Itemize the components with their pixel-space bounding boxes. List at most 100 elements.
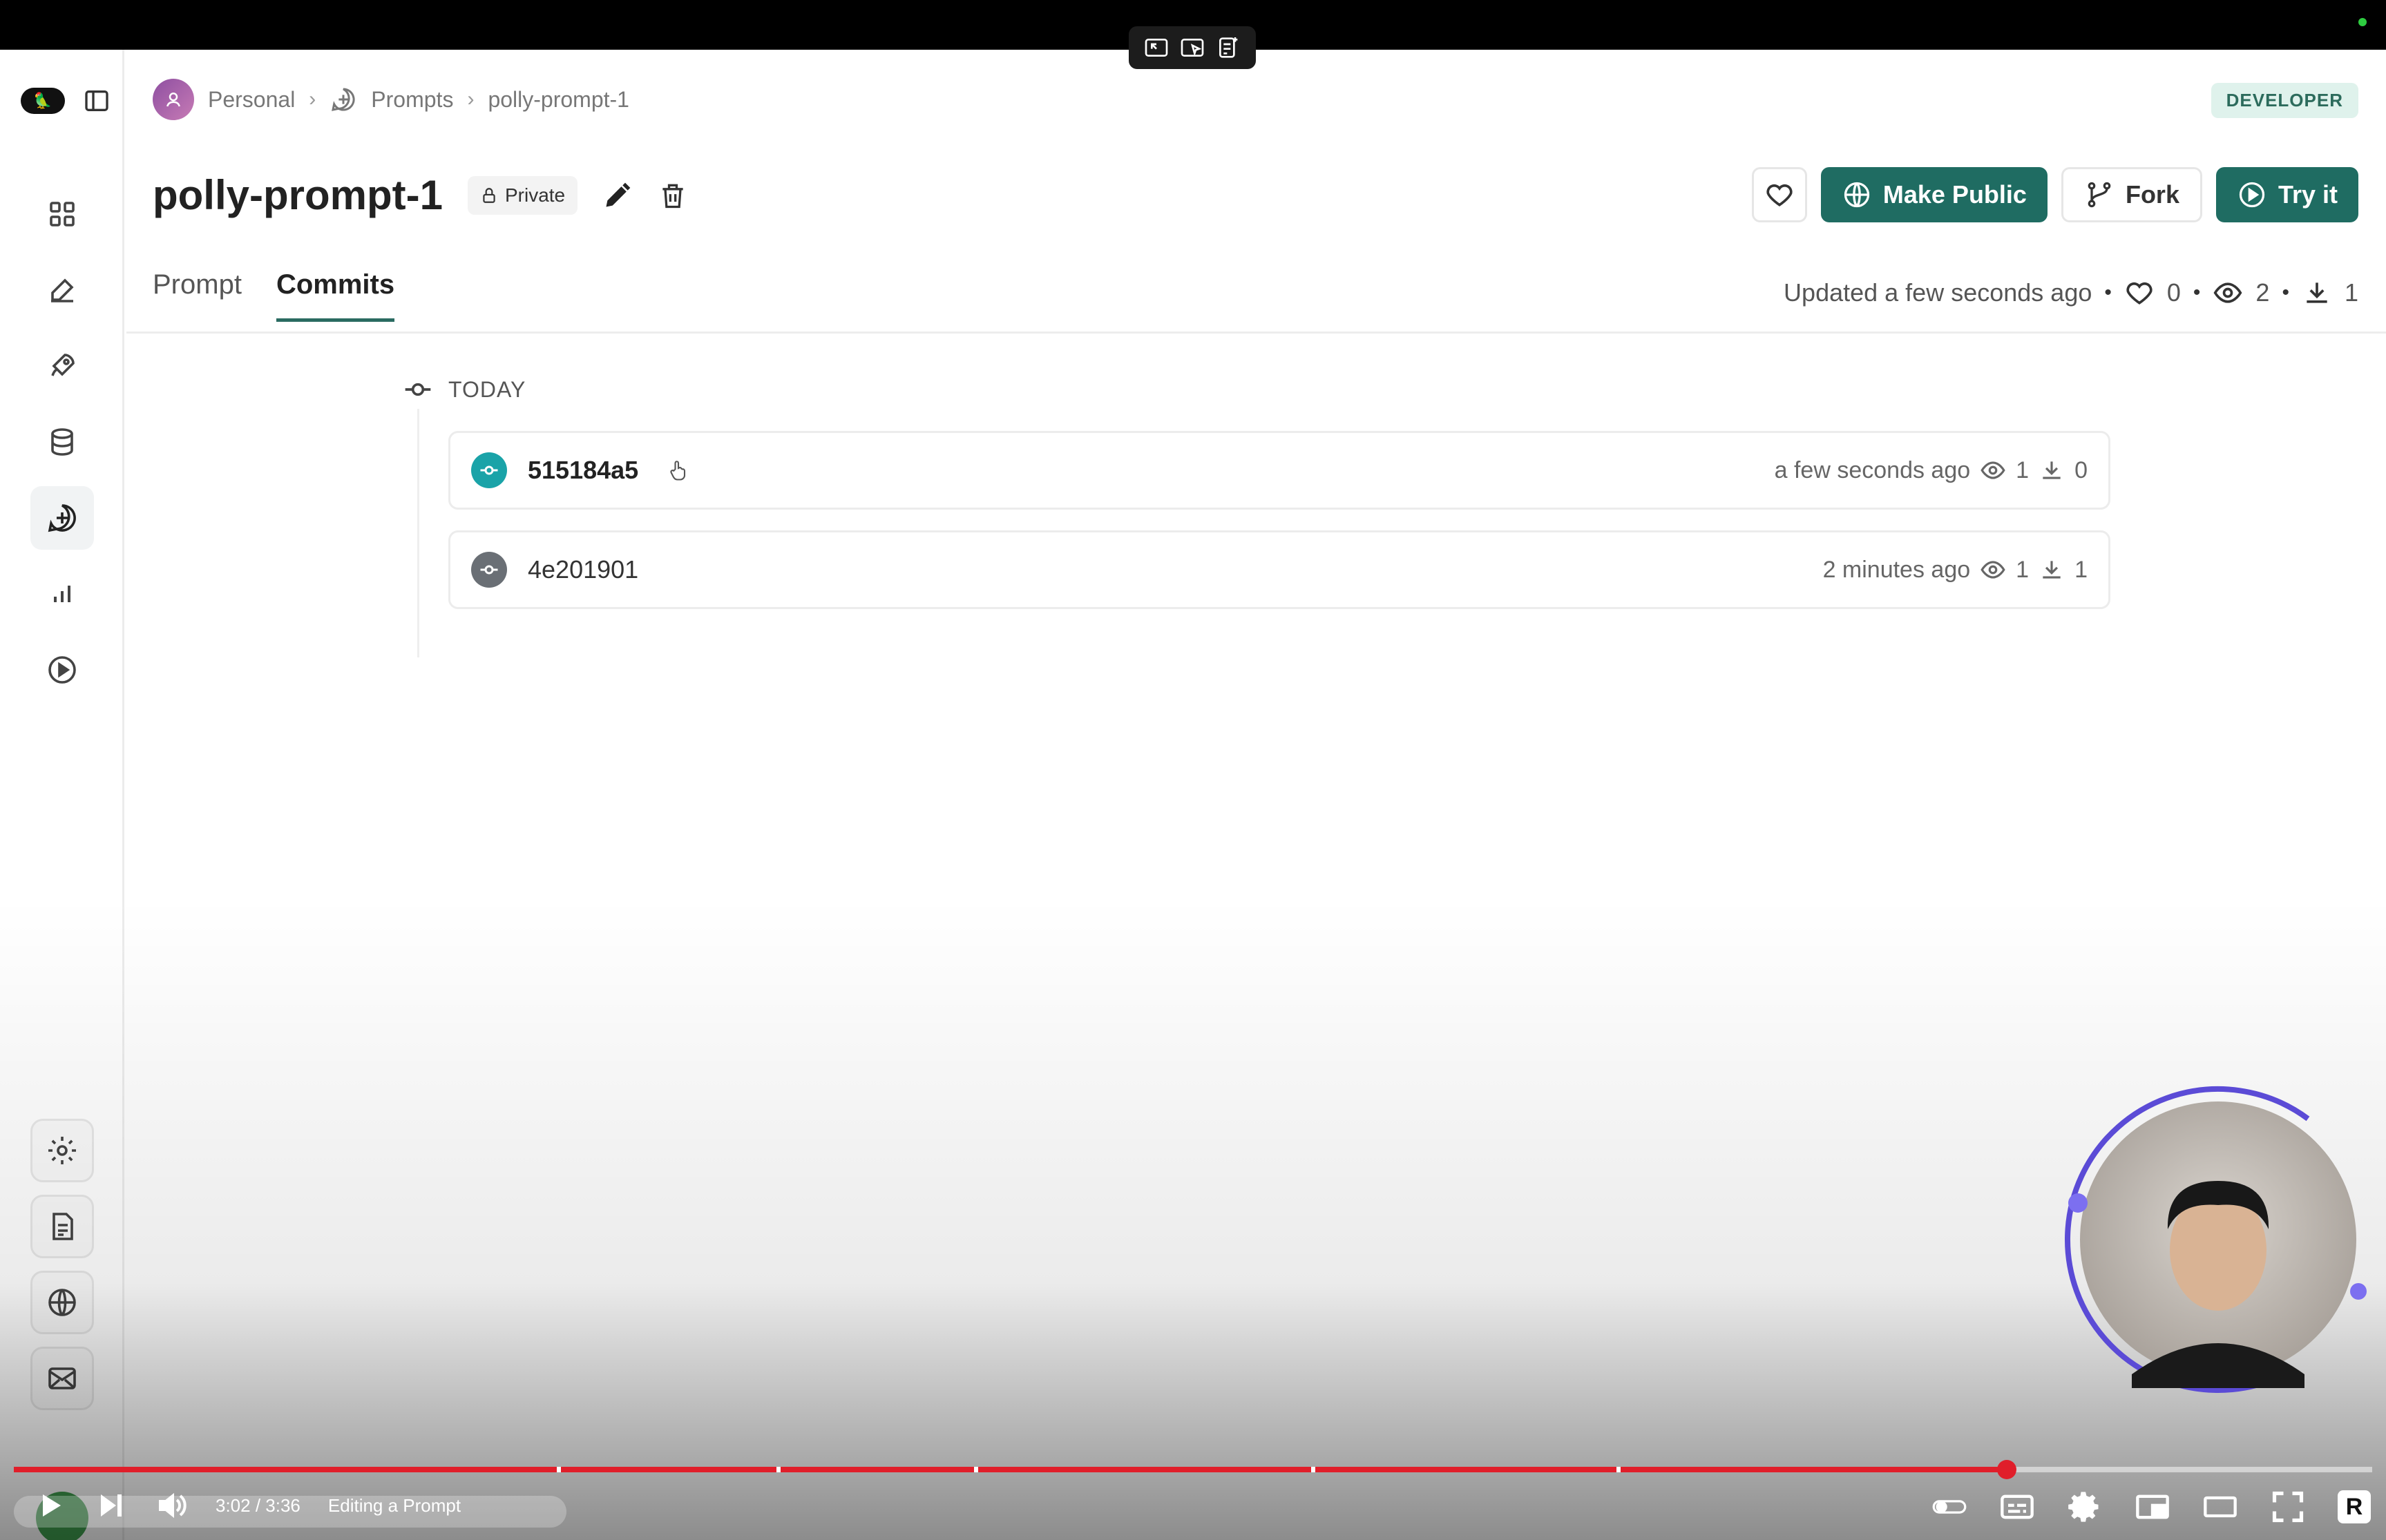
commit-hash[interactable]: 515184a5 (528, 456, 638, 485)
commit-row[interactable]: 515184a5 a few seconds ago 1 0 (448, 431, 2110, 510)
commit-hash[interactable]: 4e201901 (528, 555, 638, 584)
video-chapter-title[interactable]: Editing a Prompt (328, 1495, 461, 1517)
screen-cursor-icon[interactable] (1178, 34, 1206, 61)
play-icon[interactable] (33, 1489, 66, 1522)
separator-dot: • (2193, 281, 2201, 304)
separator-dot: • (2104, 281, 2112, 304)
downloads-count: 1 (2344, 278, 2358, 307)
separator-dot: • (2282, 281, 2289, 304)
video-controls-right: R (1931, 1489, 2371, 1525)
breadcrumb-workspace[interactable]: Personal (208, 87, 295, 113)
timeline-line (417, 409, 419, 657)
edit-pencil-icon[interactable] (602, 180, 633, 211)
try-it-button[interactable]: Try it (2215, 167, 2358, 222)
sidebar-toggle-icon[interactable] (83, 87, 111, 115)
webcam-overlay (2063, 1084, 2374, 1395)
page-title: polly-prompt-1 (153, 172, 443, 218)
main-content: Personal › Prompts › polly-prompt-1 DEVE… (126, 50, 2386, 1540)
breadcrumb: Personal › Prompts › polly-prompt-1 (153, 79, 629, 120)
eye-icon (2213, 278, 2243, 308)
download-icon (2302, 278, 2332, 308)
make-public-button[interactable]: Make Public (1820, 167, 2048, 222)
commit-icon (471, 452, 507, 488)
commit-downloads: 0 (2074, 456, 2088, 483)
settings-gear-icon[interactable] (30, 1119, 94, 1182)
hand-cursor-icon (666, 458, 691, 483)
video-time: 3:02 / 3:36 (216, 1494, 300, 1516)
playground-play-icon[interactable] (30, 638, 94, 702)
miniplayer-icon[interactable] (2135, 1489, 2170, 1525)
tab-commits[interactable]: Commits (276, 269, 395, 322)
commit-meta: 2 minutes ago 1 1 (1823, 557, 2088, 584)
contact-mail-icon[interactable] (30, 1347, 94, 1410)
fork-icon (2084, 180, 2115, 210)
datasets-database-icon[interactable] (30, 410, 94, 474)
breadcrumb-section[interactable]: Prompts (371, 87, 453, 113)
commit-icon (471, 552, 507, 588)
fullscreen-icon[interactable] (2270, 1489, 2306, 1525)
next-icon[interactable] (94, 1489, 127, 1522)
left-sidebar: 🦜 (0, 50, 124, 1540)
recording-indicator (2358, 18, 2367, 26)
docs-document-icon[interactable] (30, 1195, 94, 1258)
action-bar: Make Public Fork Try it (1751, 167, 2358, 222)
prompts-chat-icon (330, 86, 357, 113)
extension-r-icon[interactable]: R (2338, 1490, 2371, 1523)
timeline-group-header: TODAY (403, 374, 526, 405)
captions-icon[interactable] (1999, 1489, 2035, 1525)
video-scrubber-handle[interactable] (1997, 1460, 2016, 1479)
workspace-avatar-icon (153, 79, 194, 120)
commit-row[interactable]: 4e201901 2 minutes ago 1 1 (448, 530, 2110, 609)
commit-time: a few seconds ago (1774, 456, 1971, 483)
prompts-chat-icon[interactable] (30, 486, 94, 550)
video-progress-fill (14, 1467, 2007, 1472)
annotate-pen-icon[interactable] (30, 258, 94, 322)
chapter-marker (1311, 1467, 1315, 1472)
commit-meta: a few seconds ago 1 0 (1775, 457, 2088, 484)
like-button[interactable] (1751, 167, 1807, 222)
fork-button[interactable]: Fork (2061, 167, 2202, 222)
chapter-marker (557, 1467, 561, 1472)
logo-row: 🦜 (21, 87, 111, 115)
eye-icon (1980, 457, 2006, 483)
theater-mode-icon[interactable] (2202, 1489, 2238, 1525)
exit-pip-icon[interactable] (1143, 34, 1170, 61)
heart-icon (1764, 180, 1795, 210)
breadcrumb-current: polly-prompt-1 (488, 86, 629, 112)
chapter-marker (1616, 1467, 1621, 1472)
chapter-marker (776, 1467, 781, 1472)
langsmith-logo-icon[interactable]: 🦜 (21, 88, 65, 114)
commit-downloads: 1 (2074, 556, 2088, 583)
eye-icon (1980, 557, 2006, 583)
pip-controls (1129, 26, 1256, 69)
autoplay-toggle-icon[interactable] (1931, 1489, 1967, 1525)
hub-globe-icon[interactable] (30, 1271, 94, 1334)
notes-icon[interactable] (1214, 34, 1242, 61)
tab-prompt[interactable]: Prompt (153, 269, 242, 322)
chevron-right-icon: › (467, 88, 475, 110)
chevron-right-icon: › (309, 88, 316, 110)
monitoring-chart-icon[interactable] (30, 562, 94, 626)
chapter-marker (974, 1467, 978, 1472)
lock-icon (480, 186, 498, 204)
updated-text: Updated a few seconds ago (1784, 278, 2092, 307)
video-controls-left: 3:02 / 3:36 Editing a Prompt (33, 1489, 461, 1522)
commit-time: 2 minutes ago (1822, 556, 1971, 583)
tab-bar: Prompt Commits (153, 269, 395, 322)
download-icon (2039, 457, 2065, 483)
delete-trash-icon[interactable] (658, 180, 688, 211)
likes-count: 0 (2166, 278, 2181, 307)
commit-views: 1 (2016, 456, 2030, 483)
play-circle-icon (2237, 180, 2267, 210)
fork-label: Fork (2125, 180, 2179, 209)
prompt-meta: Updated a few seconds ago • 0 • 2 • 1 (1784, 278, 2358, 308)
visibility-badge: Private (467, 175, 578, 215)
make-public-label: Make Public (1882, 180, 2027, 209)
settings-gear-icon[interactable] (2067, 1489, 2103, 1525)
views-count: 2 (2255, 278, 2270, 307)
dashboard-icon[interactable] (30, 182, 94, 246)
try-it-label: Try it (2278, 180, 2338, 209)
visibility-label: Private (504, 184, 566, 206)
volume-icon[interactable] (155, 1489, 188, 1522)
deployments-rocket-icon[interactable] (30, 334, 94, 398)
